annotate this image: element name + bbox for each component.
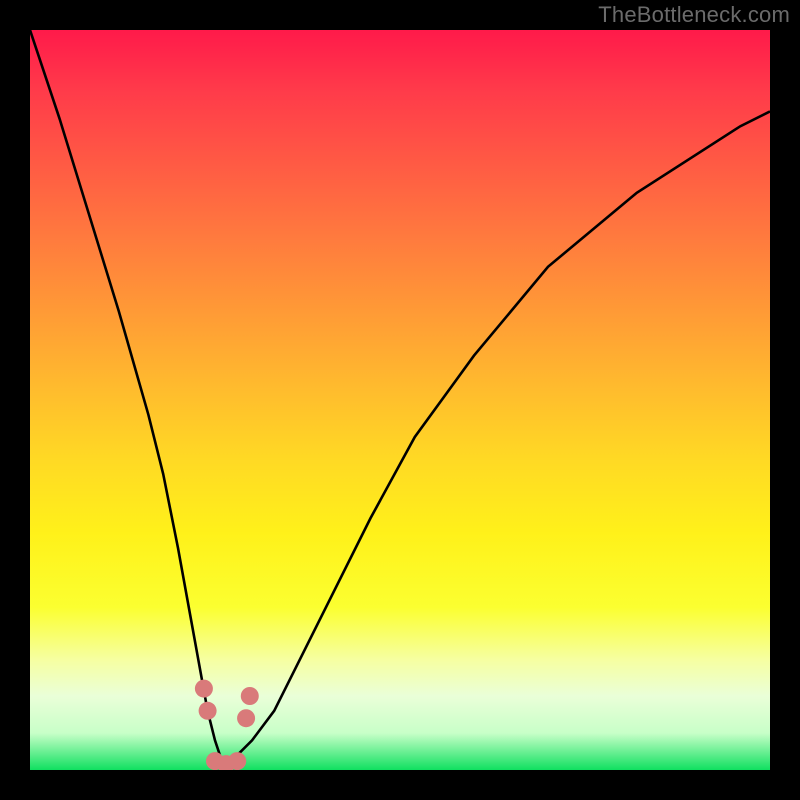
right-cluster-marker-2 xyxy=(241,687,259,705)
left-cluster-marker-1 xyxy=(195,680,213,698)
bottom-marker-3 xyxy=(228,752,246,770)
right-cluster-marker-1 xyxy=(237,709,255,727)
chart-overlay-svg xyxy=(30,30,770,770)
markers-group xyxy=(195,680,259,770)
left-cluster-marker-2 xyxy=(199,702,217,720)
outer-frame: TheBottleneck.com xyxy=(0,0,800,800)
bottleneck-curve xyxy=(30,30,770,763)
watermark-label: TheBottleneck.com xyxy=(598,2,790,28)
